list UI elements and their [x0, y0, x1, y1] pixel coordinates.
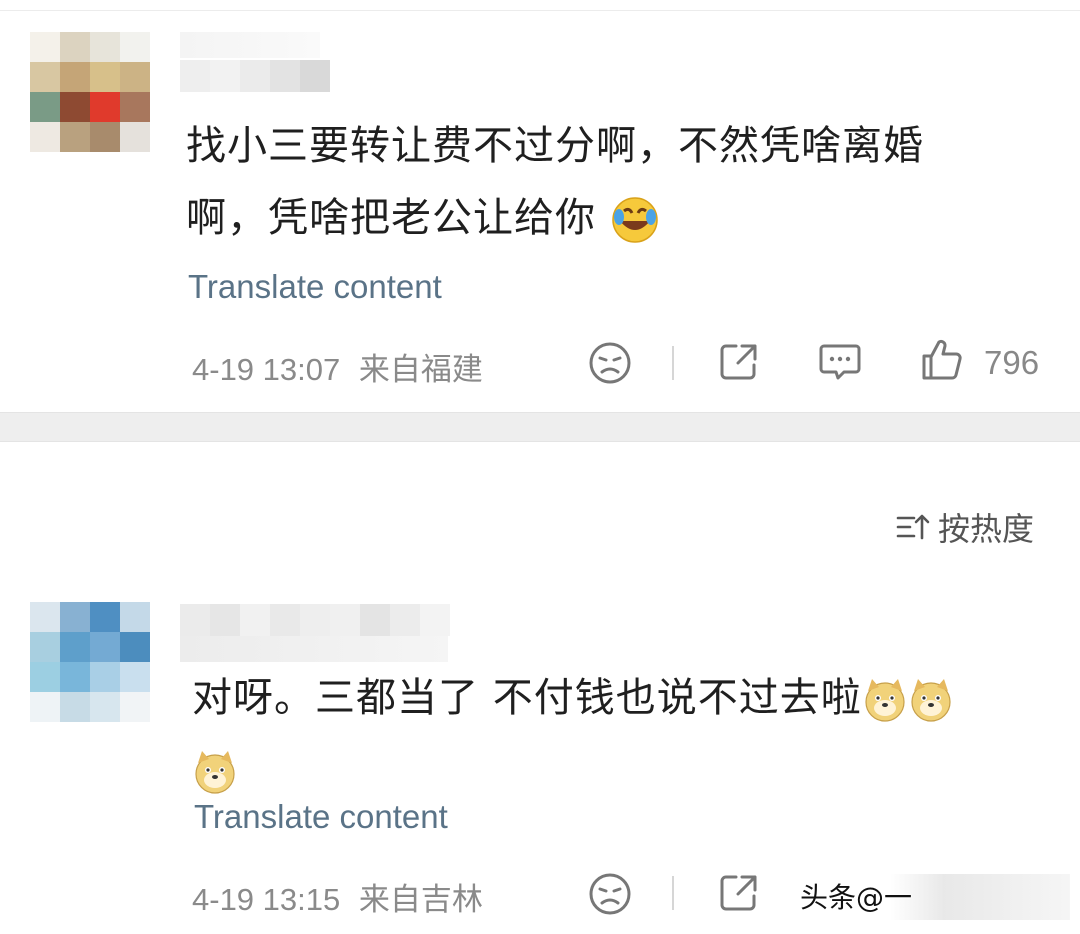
- section-divider: [0, 412, 1080, 442]
- comment-text-line: 对呀。三都当了 不付钱也说不过去啦: [192, 662, 954, 734]
- comment-text-line: 啊，凭啥把老公让给你: [186, 182, 924, 254]
- doge-emoji-icon: [865, 679, 905, 722]
- comment-card-2: 按热度 对呀。三都当了 不付钱也说不过去啦 Translate content …: [0, 442, 1080, 934]
- timestamp: 4-19 13:07: [192, 352, 341, 387]
- dislike-face-icon[interactable]: [588, 341, 632, 385]
- action-separator: [672, 876, 674, 910]
- comment-meta: 4-19 13:15 来自吉林: [192, 874, 483, 919]
- comment-text-line1: 对呀。三都当了 不付钱也说不过去啦: [192, 675, 862, 721]
- comment-text: 对呀。三都当了 不付钱也说不过去啦: [192, 662, 954, 806]
- like-count: 796: [984, 344, 1040, 381]
- timestamp: 4-19 13:15: [192, 882, 341, 917]
- username-redacted-bottom: [180, 636, 448, 662]
- avatar[interactable]: [30, 602, 150, 722]
- action-separator: [672, 346, 674, 380]
- comment-text: 找小三要转让费不过分啊，不然凭啥离婚 啊，凭啥把老公让给你: [186, 110, 924, 254]
- location: 来自吉林: [358, 882, 483, 917]
- location: 来自福建: [358, 352, 483, 387]
- share-icon[interactable]: [718, 341, 760, 383]
- translate-link[interactable]: Translate content: [188, 268, 442, 306]
- avatar[interactable]: [30, 32, 150, 152]
- dislike-face-icon[interactable]: [588, 872, 632, 916]
- comment-meta: 4-19 13:07 来自福建: [192, 344, 483, 389]
- username-redacted[interactable]: [180, 604, 450, 636]
- sort-by-hot-button[interactable]: 按热度: [896, 504, 1034, 550]
- username-redacted-top: [180, 32, 320, 58]
- username-redacted[interactable]: [180, 60, 330, 92]
- comment-text-line2: 啊，凭啥把老公让给你: [186, 195, 596, 241]
- top-divider: [0, 10, 1080, 11]
- comment-text-line: [192, 734, 954, 806]
- comment-card-1: 找小三要转让费不过分啊，不然凭啥离婚 啊，凭啥把老公让给你 Translate …: [0, 0, 1080, 412]
- watermark-blur: [890, 874, 1070, 920]
- comment-icon[interactable]: [818, 340, 862, 384]
- translate-link[interactable]: Translate content: [194, 798, 448, 836]
- sort-label: 按热度: [937, 510, 1034, 548]
- doge-emoji-icon: [911, 679, 951, 722]
- doge-emoji-icon: [195, 751, 235, 794]
- comment-text-line: 找小三要转让费不过分啊，不然凭啥离婚: [186, 123, 924, 169]
- share-icon[interactable]: [718, 872, 760, 914]
- sort-icon: [896, 514, 930, 540]
- laugh-cry-emoji-icon: [611, 197, 658, 243]
- thumbs-up-icon[interactable]: [920, 338, 964, 382]
- watermark: 头条@一: [800, 881, 913, 914]
